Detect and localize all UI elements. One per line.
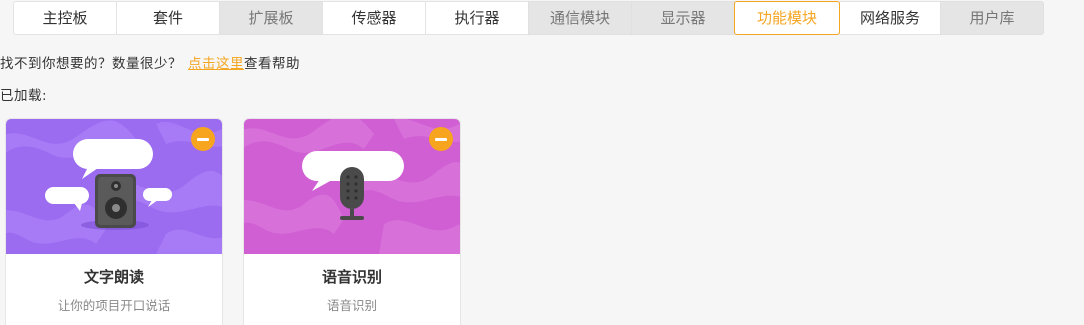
- help-line: 找不到你想要的？数量很少？ 点击这里查看帮助: [0, 52, 300, 72]
- tab-sensors[interactable]: 传感器: [322, 1, 426, 35]
- help-suffix: 查看帮助: [244, 56, 300, 72]
- tab-expansion-board[interactable]: 扩展板: [219, 1, 323, 35]
- tab-network-services[interactable]: 网络服务: [839, 1, 941, 35]
- category-tabs: 主控板 套件 扩展板 传感器 执行器 通信模块 显示器 功能模块 网络服务 用户…: [13, 1, 1044, 35]
- loaded-label: 已加载:: [0, 88, 48, 104]
- help-text: 找不到你想要的？数量很少？: [0, 56, 182, 72]
- extension-card-speech-recognition[interactable]: 语音识别 语音识别: [243, 118, 461, 325]
- tab-displays[interactable]: 显示器: [631, 1, 735, 35]
- card-title: 语音识别: [321, 268, 382, 286]
- card-title: 文字朗读: [83, 268, 144, 286]
- remove-extension-button[interactable]: [191, 127, 215, 151]
- tab-user-library[interactable]: 用户库: [940, 1, 1044, 35]
- tab-main-board[interactable]: 主控板: [13, 1, 117, 35]
- help-link[interactable]: 点击这里: [188, 56, 244, 72]
- extension-card-text-to-speech[interactable]: 文字朗读 让你的项目开口说话: [5, 118, 223, 325]
- tab-actuators[interactable]: 执行器: [425, 1, 529, 35]
- extension-library-page: 主控板 套件 扩展板 传感器 执行器 通信模块 显示器 功能模块 网络服务 用户…: [0, 0, 1084, 325]
- tab-communication-modules[interactable]: 通信模块: [528, 1, 632, 35]
- tab-function-modules[interactable]: 功能模块: [734, 1, 840, 35]
- remove-extension-button[interactable]: [429, 127, 453, 151]
- card-description: 语音识别: [326, 298, 377, 313]
- tab-kits[interactable]: 套件: [116, 1, 220, 35]
- card-description: 让你的项目开口说话: [57, 298, 171, 313]
